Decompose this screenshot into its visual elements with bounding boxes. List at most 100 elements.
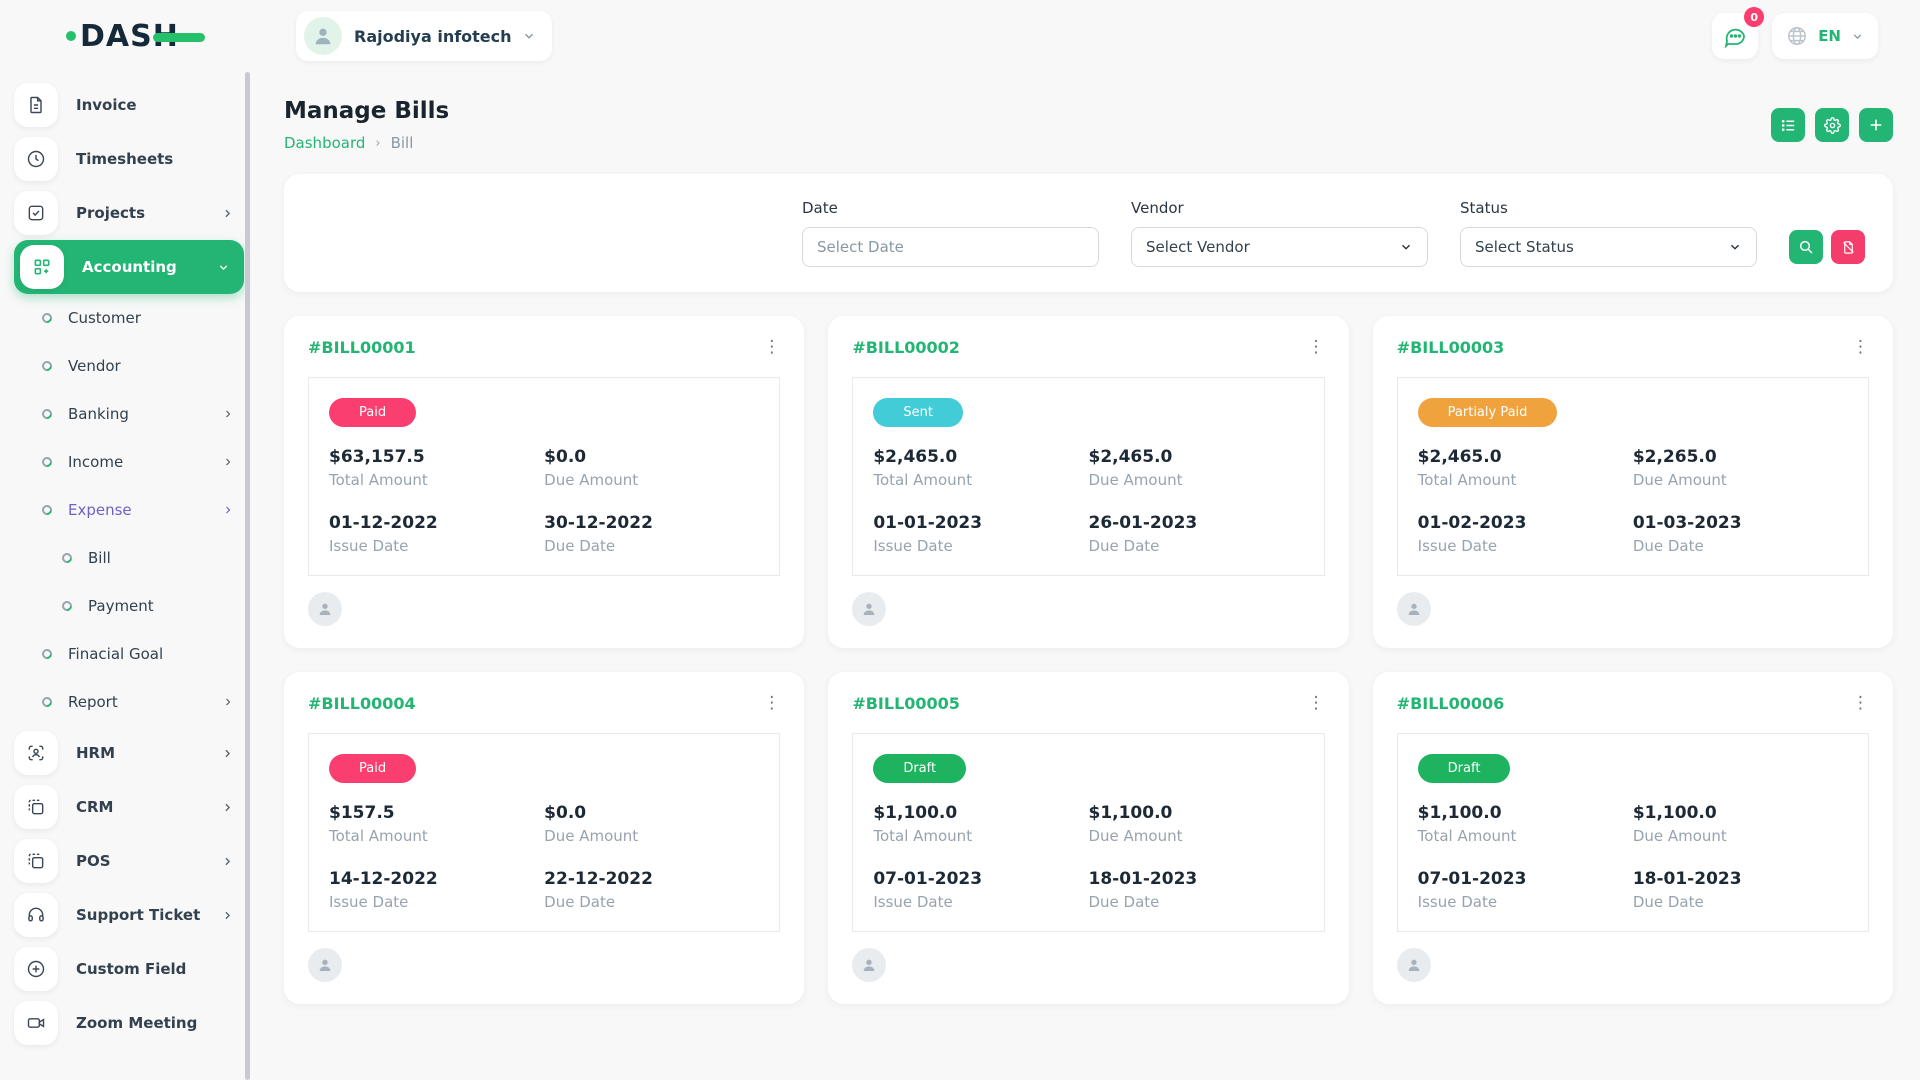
- due-amount-label: Due Amount: [1633, 471, 1848, 489]
- logo-dot-icon: [66, 31, 76, 41]
- sidebar-scrollbar[interactable]: [245, 72, 250, 1080]
- kebab-menu-icon[interactable]: ⋮: [1308, 695, 1325, 712]
- sidebar-item-label: Accounting: [82, 258, 177, 276]
- due-date-value: 01-03-2023: [1633, 513, 1848, 533]
- chevron-right-icon: [221, 801, 234, 814]
- kebab-menu-icon[interactable]: ⋮: [763, 695, 780, 712]
- bill-id-link[interactable]: #BILL00006: [1397, 694, 1505, 713]
- date-input[interactable]: [802, 227, 1099, 267]
- total-amount-label: Total Amount: [329, 471, 544, 489]
- breadcrumb: Dashboard › Bill: [284, 134, 449, 152]
- vendor-avatar[interactable]: [852, 948, 886, 982]
- company-selector[interactable]: Rajodiya infotech: [296, 11, 552, 61]
- bullet-icon: [40, 311, 54, 325]
- chevron-right-icon: [221, 207, 234, 220]
- sidebar-item-crm[interactable]: CRM: [14, 780, 252, 834]
- bill-id-link[interactable]: #BILL00001: [308, 338, 416, 357]
- status-field: Status Select Status: [1460, 199, 1757, 267]
- bill-card: #BILL00005 ⋮ Draft $1,100.0Total Amount …: [828, 672, 1348, 1004]
- sidebar-item-custom-field[interactable]: Custom Field: [14, 942, 252, 996]
- status-badge: Draft: [1418, 754, 1511, 783]
- vendor-avatar[interactable]: [308, 592, 342, 626]
- bill-details-box: Sent $2,465.0Total Amount $2,465.0Due Am…: [852, 377, 1324, 576]
- chevron-right-icon: [221, 747, 234, 760]
- sidebar-item-projects[interactable]: Projects: [14, 186, 252, 240]
- bill-cards-grid: #BILL00001 ⋮ Paid $63,157.5Total Amount …: [284, 316, 1893, 1004]
- bill-card: #BILL00001 ⋮ Paid $63,157.5Total Amount …: [284, 316, 804, 648]
- sidebar-item-banking[interactable]: Banking: [14, 390, 252, 438]
- sidebar-item-accounting[interactable]: Accounting: [14, 240, 244, 294]
- title-block: Manage Bills Dashboard › Bill: [284, 98, 449, 152]
- list-view-button[interactable]: [1771, 108, 1805, 142]
- bill-id-link[interactable]: #BILL00004: [308, 694, 416, 713]
- filter-buttons: [1789, 230, 1865, 267]
- reset-filter-button[interactable]: [1831, 230, 1865, 264]
- plus-circle-icon: [14, 947, 58, 991]
- vendor-select[interactable]: Select Vendor: [1131, 227, 1428, 267]
- sidebar-item-label: HRM: [76, 744, 115, 762]
- status-select[interactable]: Select Status: [1460, 227, 1757, 267]
- breadcrumb-dashboard-link[interactable]: Dashboard: [284, 134, 365, 152]
- due-amount-value: $0.0: [544, 447, 759, 467]
- date-field: Date: [802, 199, 1099, 267]
- status-badge: Sent: [873, 398, 963, 427]
- sidebar-item-label: Vendor: [68, 357, 121, 375]
- sidebar-item-label: Bill: [88, 549, 111, 567]
- bill-id-link[interactable]: #BILL00003: [1397, 338, 1505, 357]
- language-selector[interactable]: EN: [1772, 13, 1878, 59]
- status-select-value: Select Status: [1475, 238, 1574, 256]
- status-badge: Draft: [873, 754, 966, 783]
- vendor-avatar[interactable]: [1397, 592, 1431, 626]
- sidebar-item-vendor[interactable]: Vendor: [14, 342, 252, 390]
- sidebar-item-finacial-goal[interactable]: Finacial Goal: [14, 630, 252, 678]
- issue-date-value: 07-01-2023: [1418, 869, 1633, 889]
- due-amount-value: $1,100.0: [1633, 803, 1848, 823]
- chevron-right-icon: [221, 909, 234, 922]
- total-amount-label: Total Amount: [873, 471, 1088, 489]
- app-logo[interactable]: DASH: [66, 19, 205, 54]
- issue-date-value: 07-01-2023: [873, 869, 1088, 889]
- sidebar-item-bill[interactable]: Bill: [14, 534, 252, 582]
- kebab-menu-icon[interactable]: ⋮: [763, 339, 780, 356]
- kebab-menu-icon[interactable]: ⋮: [1852, 695, 1869, 712]
- due-amount-label: Due Amount: [1088, 827, 1303, 845]
- vendor-avatar[interactable]: [852, 592, 886, 626]
- search-icon: [1798, 239, 1814, 255]
- breadcrumb-separator-icon: ›: [375, 136, 380, 151]
- due-amount-value: $1,100.0: [1088, 803, 1303, 823]
- sidebar-item-pos[interactable]: POS: [14, 834, 252, 888]
- sidebar-item-label: Invoice: [76, 96, 137, 114]
- bullet-icon: [40, 455, 54, 469]
- sidebar-item-zoom-meeting[interactable]: Zoom Meeting: [14, 996, 252, 1050]
- sidebar-item-hrm[interactable]: HRM: [14, 726, 252, 780]
- due-date-value: 30-12-2022: [544, 513, 759, 533]
- kebab-menu-icon[interactable]: ⋮: [1308, 339, 1325, 356]
- due-amount-label: Due Amount: [1633, 827, 1848, 845]
- sidebar-item-timesheets[interactable]: Timesheets: [14, 132, 252, 186]
- invoice-icon: [14, 83, 58, 127]
- sidebar-item-support-ticket[interactable]: Support Ticket: [14, 888, 252, 942]
- gear-icon: [1824, 117, 1841, 134]
- issue-date-label: Issue Date: [873, 893, 1088, 911]
- vendor-avatar[interactable]: [308, 948, 342, 982]
- sidebar-item-payment[interactable]: Payment: [14, 582, 252, 630]
- video-camera-icon: [14, 1001, 58, 1045]
- clock-icon: [14, 137, 58, 181]
- bill-id-link[interactable]: #BILL00002: [852, 338, 960, 357]
- sidebar-item-invoice[interactable]: Invoice: [14, 78, 252, 132]
- sidebar-item-expense[interactable]: Expense: [14, 486, 252, 534]
- bill-id-link[interactable]: #BILL00005: [852, 694, 960, 713]
- sidebar-item-report[interactable]: Report: [14, 678, 252, 726]
- search-button[interactable]: [1789, 230, 1823, 264]
- vendor-avatar[interactable]: [1397, 948, 1431, 982]
- messages-button[interactable]: 0: [1712, 13, 1758, 59]
- sidebar-item-income[interactable]: Income: [14, 438, 252, 486]
- due-date-label: Due Date: [1633, 893, 1848, 911]
- settings-button[interactable]: [1815, 108, 1849, 142]
- kebab-menu-icon[interactable]: ⋮: [1852, 339, 1869, 356]
- sidebar-item-label: Banking: [68, 405, 129, 423]
- bill-card: #BILL00006 ⋮ Draft $1,100.0Total Amount …: [1373, 672, 1893, 1004]
- add-bill-button[interactable]: [1859, 108, 1893, 142]
- total-amount-value: $157.5: [329, 803, 544, 823]
- sidebar-item-customer[interactable]: Customer: [14, 294, 252, 342]
